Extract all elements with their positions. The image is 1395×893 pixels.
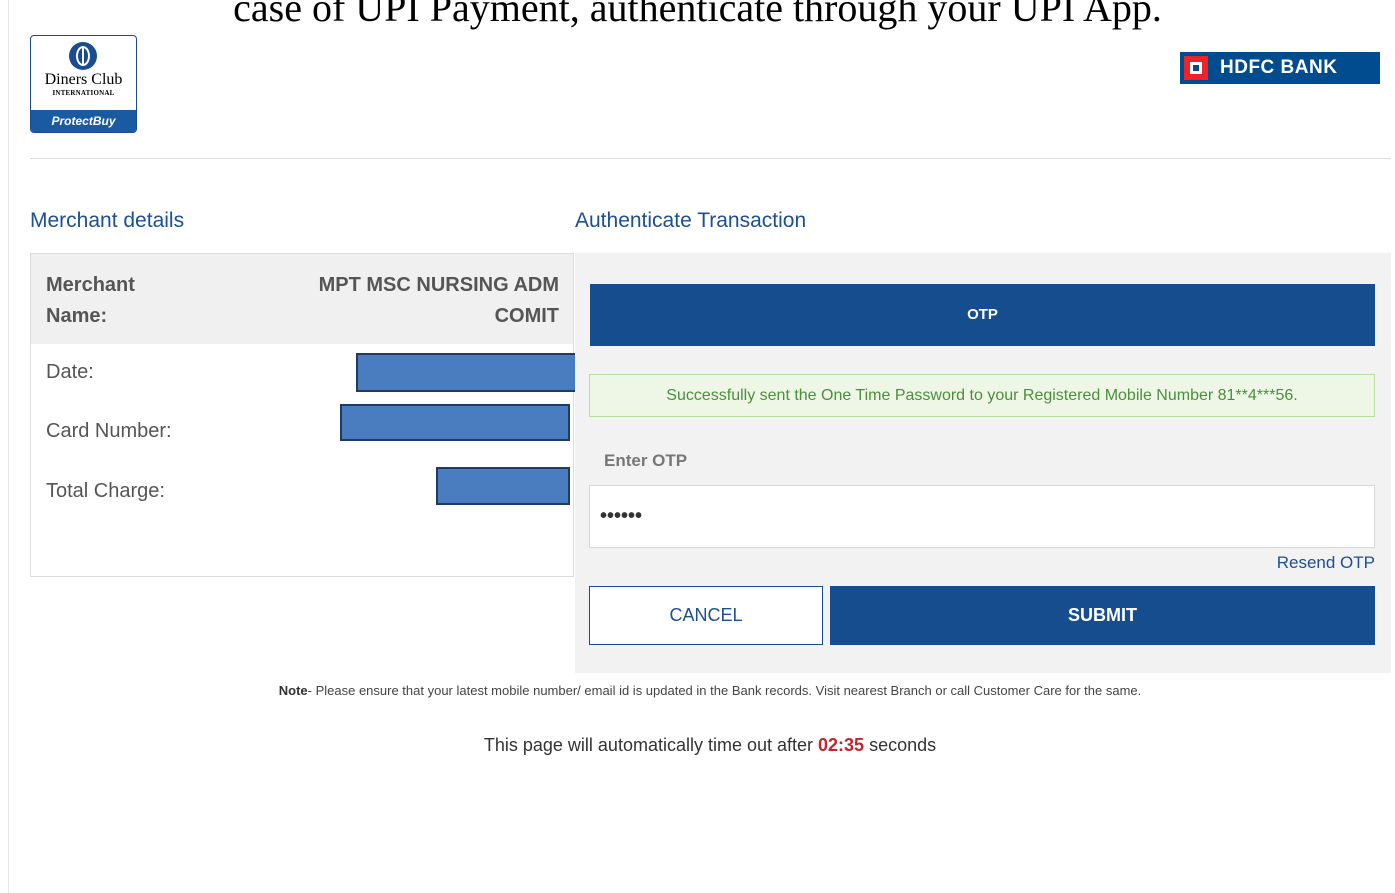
- top-banner-text: case of UPI Payment, authenticate throug…: [233, 0, 1162, 30]
- protectbuy-label: ProtectBuy: [31, 110, 136, 132]
- hdfc-bank-logo: HDFC BANK: [1180, 52, 1380, 84]
- diners-club-protectbuy-logo: Diners Club INTERNATIONAL ProtectBuy: [30, 35, 137, 133]
- tab-otp[interactable]: OTP: [590, 284, 1375, 346]
- hdfc-logo-text: HDFC BANK: [1220, 57, 1338, 78]
- total-charge-redacted: [436, 467, 570, 505]
- resend-otp-link[interactable]: Resend OTP: [1277, 553, 1375, 573]
- otp-input[interactable]: [589, 485, 1375, 548]
- footer-note: Note- Please ensure that your latest mob…: [0, 683, 1395, 698]
- left-divider: [8, 0, 9, 893]
- diners-logo-line2: INTERNATIONAL: [52, 89, 115, 97]
- merchant-name-label: Merchant Name:: [46, 274, 135, 327]
- merchant-name-row: Merchant Name: MPT MSC NURSING ADM COMIT: [31, 254, 573, 344]
- merchant-details-title: Merchant details: [30, 209, 185, 232]
- hdfc-mark-icon: [1184, 56, 1208, 80]
- enter-otp-label: Enter OTP: [604, 451, 688, 470]
- date-value-redacted: [356, 353, 586, 392]
- authenticate-transaction-title: Authenticate Transaction: [575, 209, 807, 232]
- diners-logo-line1: Diners Club: [44, 71, 123, 88]
- note-text: - Please ensure that your latest mobile …: [307, 683, 1142, 698]
- date-label: Date:: [46, 361, 94, 383]
- diners-club-icon: [69, 42, 97, 70]
- note-prefix: Note: [278, 683, 308, 698]
- card-number-redacted: [340, 404, 570, 441]
- card-number-label: Card Number:: [46, 420, 172, 442]
- authenticate-panel: OTP Successfully sent the One Time Passw…: [575, 253, 1391, 673]
- header-divider: [30, 158, 1391, 159]
- timeout-message: This page will automatically time out af…: [0, 735, 1395, 756]
- total-charge-label: Total Charge:: [46, 480, 165, 502]
- timeout-countdown: 02:35: [818, 735, 865, 755]
- merchant-name-value: MPT MSC NURSING ADM COMIT: [318, 274, 559, 327]
- submit-button[interactable]: SUBMIT: [830, 586, 1375, 645]
- timeout-prefix: This page will automatically time out af…: [483, 735, 819, 755]
- timeout-suffix: seconds: [864, 735, 937, 755]
- cancel-button[interactable]: CANCEL: [589, 586, 823, 645]
- otp-sent-success-message: Successfully sent the One Time Password …: [589, 374, 1375, 417]
